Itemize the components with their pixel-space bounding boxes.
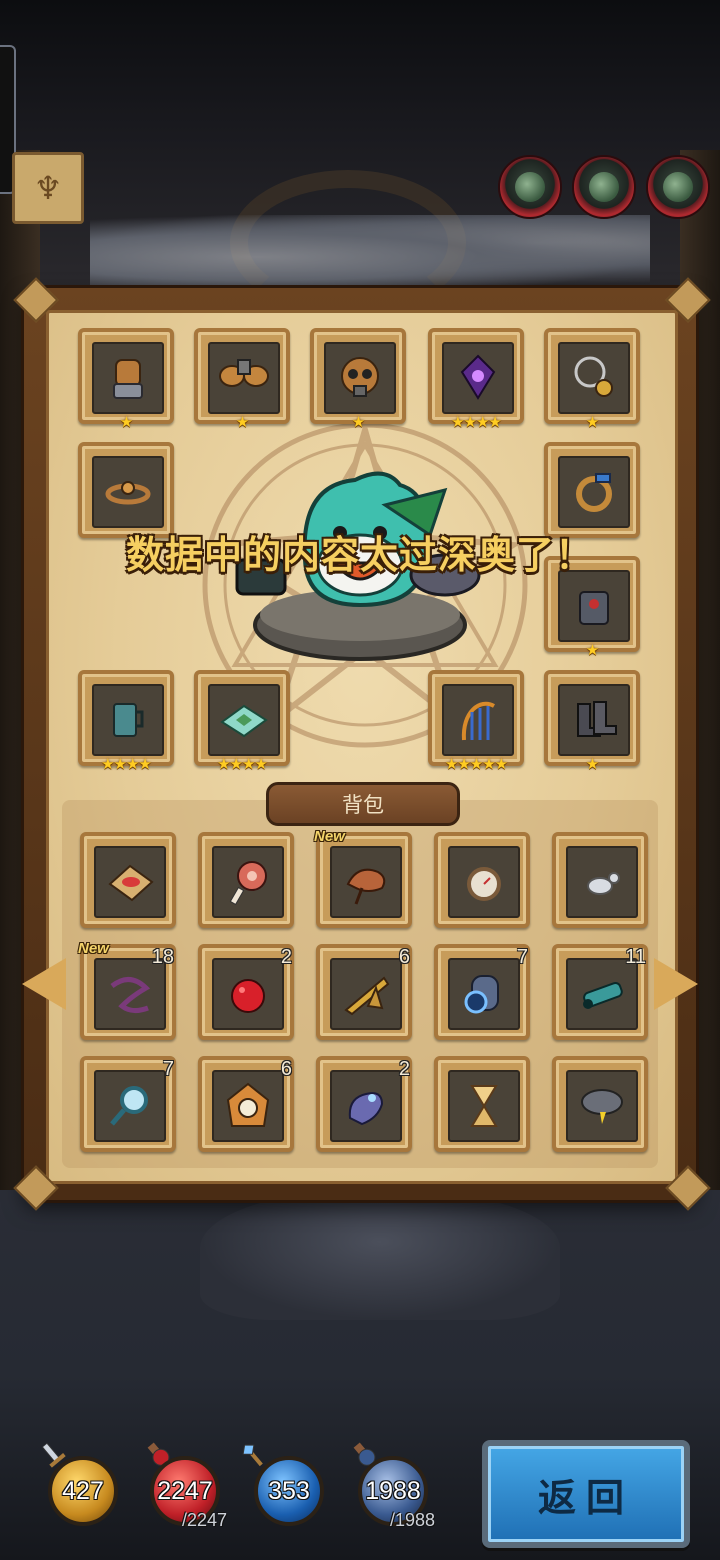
armor-value: 1988	[365, 1476, 421, 1505]
statue-decoration	[200, 1190, 560, 1320]
star-rating: ★	[585, 413, 599, 431]
mug-icon	[113, 703, 144, 737]
amulet-icon	[574, 356, 613, 397]
star-rating: ★	[351, 413, 365, 431]
item-count: 6	[398, 946, 410, 968]
horn-icon	[344, 976, 390, 1016]
item-count: 7	[162, 1058, 174, 1080]
bag-slot[interactable]: 6	[316, 944, 412, 1040]
attack-value: 427	[62, 1476, 104, 1505]
armor-max: /1988	[390, 1510, 436, 1530]
enemy-medallion-3[interactable]	[646, 155, 710, 219]
equip-slot-gauntlet[interactable]: ★	[78, 328, 174, 430]
bag-tab-label: 背包	[342, 793, 384, 817]
gauntlet-icon	[113, 359, 143, 399]
chest-armor-icon	[579, 591, 609, 625]
bag-slot[interactable]	[434, 832, 530, 928]
harp-icon	[461, 701, 495, 741]
equip-slot-map[interactable]: ★★★★	[194, 670, 290, 772]
star-rating: ★	[585, 641, 599, 659]
new-tag: New	[314, 828, 345, 845]
star-rating: ★★★★	[451, 413, 502, 431]
star-rating: ★★★★	[101, 755, 152, 773]
bag-slot[interactable]: 2	[316, 1056, 412, 1152]
previous-page-arrow[interactable]	[22, 958, 66, 1010]
bag-slot[interactable]: 7	[80, 1056, 176, 1152]
equip-slot-harp[interactable]: ★★★★★	[428, 670, 524, 772]
star-rating: ★★★★	[217, 755, 268, 773]
star-rating: ★	[119, 413, 133, 431]
bag-slot[interactable]	[552, 832, 648, 928]
item-count: 7	[516, 946, 528, 968]
equip-slot-shoulder[interactable]: ★	[194, 328, 290, 430]
back-button-label: 返回	[537, 1475, 634, 1520]
star-rating: ★	[585, 755, 599, 773]
bag-slot[interactable]	[198, 832, 294, 928]
star-rating: ★	[235, 413, 249, 431]
bag-slot[interactable]	[80, 832, 176, 928]
compass-icon	[467, 867, 501, 901]
bag-slot[interactable]: 18 New	[78, 940, 176, 1040]
equip-slot-boots[interactable]: ★	[544, 670, 640, 772]
item-count: 6	[280, 1058, 292, 1080]
bracelet-icon	[105, 481, 151, 505]
map-icon	[220, 704, 268, 738]
chameleon-icon	[346, 868, 386, 905]
rope-icon	[110, 977, 151, 1014]
star-rating: ★★★★★	[444, 755, 508, 773]
bag-slot[interactable]	[434, 1056, 530, 1152]
item-count: 18	[151, 946, 174, 968]
health-value: 2247	[157, 1476, 213, 1505]
equip-slot-mug[interactable]: ★★★★	[78, 670, 174, 772]
ring-icon	[576, 473, 612, 512]
beads-icon	[587, 872, 620, 895]
bag-slot[interactable]: 11	[552, 944, 648, 1040]
next-page-arrow[interactable]	[654, 958, 698, 1010]
item-count: 2	[280, 946, 292, 968]
candelabra-icon[interactable]: ♆	[12, 152, 84, 224]
equip-slot-amulet[interactable]: ★	[544, 328, 640, 430]
fruit-icon	[231, 979, 265, 1013]
blaster-icon	[583, 981, 623, 1009]
clock-icon	[226, 1082, 270, 1127]
meat-icon	[229, 861, 267, 906]
item-count: 2	[398, 1058, 410, 1080]
equip-slot-helmet[interactable]: ★	[310, 328, 406, 430]
mana-value: 353	[268, 1476, 310, 1505]
attack-orb: 427	[48, 1456, 118, 1526]
bag-slot[interactable]	[552, 1056, 648, 1152]
magnifier-icon	[110, 1086, 148, 1126]
glove-icon	[348, 1092, 384, 1126]
bag-slot[interactable]: New	[314, 828, 412, 928]
equip-slot-lantern[interactable]: ★★★★	[428, 328, 524, 430]
enemy-medallion-1[interactable]	[498, 155, 562, 219]
bag-tab[interactable]: 背包	[266, 782, 460, 826]
bag-slot[interactable]: 2	[198, 944, 294, 1040]
cloud-icon	[581, 1089, 623, 1124]
book-icon	[108, 864, 154, 902]
bag-slot[interactable]: 7	[434, 944, 530, 1040]
cannon-icon	[464, 975, 499, 1014]
enemy-medallion-2[interactable]	[572, 155, 636, 219]
hourglass-icon	[470, 1085, 498, 1127]
helmet-icon	[341, 357, 379, 397]
new-tag: New	[78, 940, 109, 957]
boots-icon	[577, 701, 617, 737]
notice-banner: 数据中的内容太过深奥了！	[125, 533, 594, 577]
shoulder-armor-icon	[219, 359, 269, 387]
bag-slot[interactable]: 6	[198, 1056, 294, 1152]
lantern-icon	[460, 354, 496, 400]
snow-decoration	[90, 215, 650, 285]
item-count: 11	[625, 946, 646, 968]
health-max: /2247	[182, 1510, 228, 1530]
mana-orb: 353	[254, 1456, 324, 1526]
back-button[interactable]: 返回	[482, 1440, 690, 1548]
